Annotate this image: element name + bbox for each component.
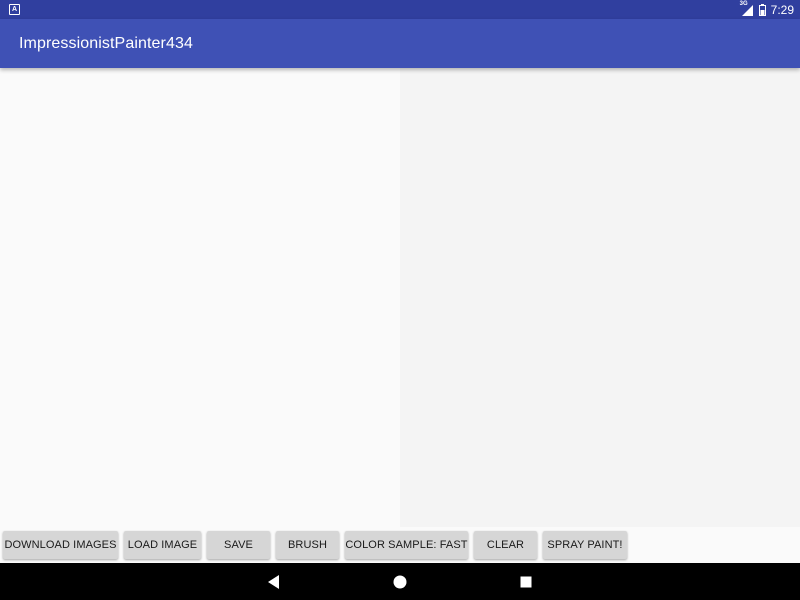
navigation-bar (0, 563, 800, 600)
app-title: ImpressionistPainter434 (19, 34, 193, 52)
status-bar: A 3G 7:29 (0, 0, 800, 19)
color-sample-button[interactable]: COLOR SAMPLE: FAST (345, 531, 468, 559)
source-image-view[interactable] (0, 68, 400, 527)
clear-button[interactable]: CLEAR (474, 531, 537, 559)
recents-icon[interactable] (506, 563, 546, 600)
battery-icon (758, 3, 766, 16)
download-images-button[interactable]: DOWNLOAD IMAGES (3, 531, 118, 559)
notification-icon: A (9, 4, 20, 15)
signal-icon: 3G (740, 1, 754, 16)
painting-canvas[interactable] (400, 68, 800, 527)
back-icon[interactable] (254, 563, 294, 600)
brush-button[interactable]: BRUSH (276, 531, 339, 559)
status-icons: 3G 7:29 (740, 1, 794, 17)
save-button[interactable]: SAVE (207, 531, 270, 559)
clock: 7:29 (770, 2, 794, 17)
spray-paint-button[interactable]: SPRAY PAINT! (543, 531, 627, 559)
canvas-area (0, 68, 800, 527)
load-image-button[interactable]: LOAD IMAGE (124, 531, 201, 559)
home-icon[interactable] (380, 563, 420, 600)
app-bar: ImpressionistPainter434 (0, 19, 800, 68)
button-bar: DOWNLOAD IMAGES LOAD IMAGE SAVE BRUSH CO… (0, 527, 800, 563)
